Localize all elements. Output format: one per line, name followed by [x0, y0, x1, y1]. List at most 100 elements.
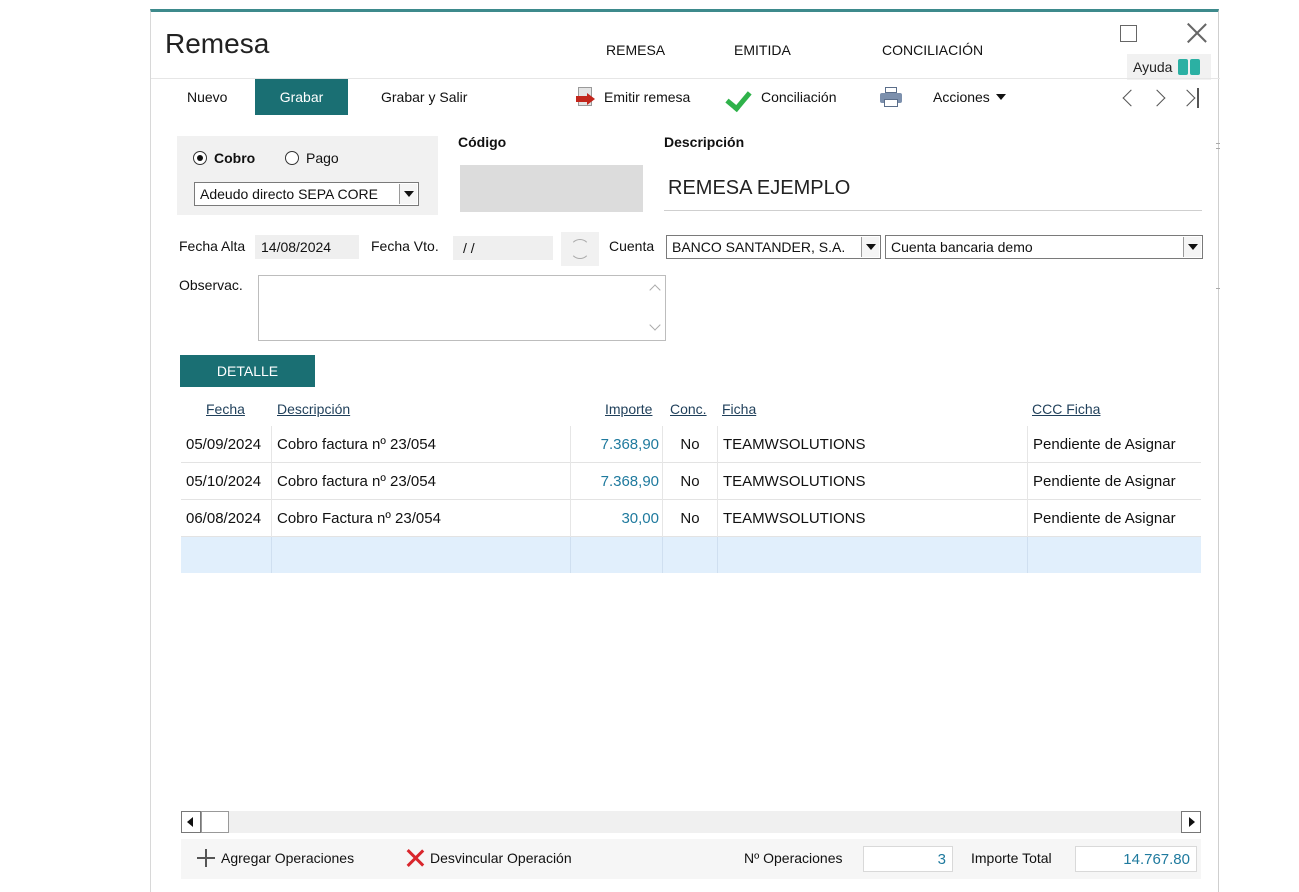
observaciones-label: Observac.: [179, 277, 243, 293]
fecha-vto-field[interactable]: / /: [453, 236, 553, 260]
cell-empty: [571, 537, 663, 573]
nuevo-label: Nuevo: [187, 89, 228, 105]
refresh-icon: [570, 239, 590, 259]
desvincular-label: Desvincular Operación: [430, 850, 572, 866]
cell-descripcion: Cobro Factura nº 23/054: [272, 500, 571, 537]
col-descripcion[interactable]: Descripción: [277, 401, 350, 417]
tab-detalle[interactable]: DETALLE: [180, 355, 315, 387]
emitir-remesa-button[interactable]: Emitir remesa: [574, 79, 690, 115]
next-icon[interactable]: [1148, 87, 1171, 109]
x-icon: [406, 849, 424, 867]
codigo-label: Código: [458, 134, 507, 150]
cell-importe: 7.368,90: [571, 463, 663, 500]
cell-ficha: TEAMWSOLUTIONS: [718, 463, 1028, 500]
n-operaciones-value: 3: [863, 846, 953, 872]
horizontal-scrollbar[interactable]: [181, 811, 1201, 833]
observaciones-field[interactable]: [258, 275, 666, 341]
plus-icon: [197, 849, 215, 867]
importe-total-label: Importe Total: [971, 850, 1052, 866]
cuenta-bancaria-value: Cuenta bancaria demo: [891, 239, 1033, 255]
cell-fecha: 06/08/2024: [181, 500, 272, 537]
n-operaciones-label: Nº Operaciones: [744, 850, 843, 866]
scroll-right-icon[interactable]: [1181, 811, 1201, 833]
tipo-remesa-value: Adeudo directo SEPA CORE: [200, 186, 378, 202]
table-row[interactable]: 05/09/2024 Cobro factura nº 23/054 7.368…: [181, 426, 1201, 463]
agregar-operaciones-button[interactable]: Agregar Operaciones: [197, 849, 354, 867]
nuevo-button[interactable]: Nuevo: [187, 79, 227, 115]
scroll-thumb[interactable]: [201, 811, 229, 833]
scroll-up-icon[interactable]: [649, 284, 661, 296]
cell-conc: No: [663, 500, 718, 537]
check-icon: [727, 85, 755, 109]
col-ficha[interactable]: Ficha: [722, 401, 756, 417]
acciones-label: Acciones: [933, 89, 990, 105]
cell-descripcion: Cobro factura nº 23/054: [272, 426, 571, 463]
fecha-vto-label: Fecha Vto.: [371, 238, 439, 254]
col-conc[interactable]: Conc.: [670, 401, 707, 417]
emit-remesa-icon: [574, 85, 596, 109]
cell-ficha: TEAMWSOLUTIONS: [718, 426, 1028, 463]
cell-fecha: 05/09/2024: [181, 426, 272, 463]
agregar-label: Agregar Operaciones: [221, 850, 355, 866]
refresh-button[interactable]: [561, 232, 599, 266]
scroll-down-icon[interactable]: [649, 319, 661, 331]
fecha-alta-field[interactable]: 14/08/2024: [255, 235, 359, 259]
desvincular-operacion-button[interactable]: Desvincular Operación: [406, 849, 572, 867]
book-icon: [1178, 59, 1201, 75]
table-row[interactable]: 05/10/2024 Cobro factura nº 23/054 7.368…: [181, 463, 1201, 500]
last-icon[interactable]: [1178, 87, 1201, 109]
grabar-salir-label: Grabar y Salir: [381, 89, 468, 105]
cell-descripcion: Cobro factura nº 23/054: [272, 463, 571, 500]
conciliacion-label: Conciliación: [761, 89, 837, 105]
descripcion-field[interactable]: REMESA EJEMPLO: [668, 177, 850, 200]
prev-icon[interactable]: [1119, 87, 1141, 109]
cell-empty: [181, 537, 272, 573]
col-ccc-ficha[interactable]: CCC Ficha: [1032, 401, 1100, 417]
cell-ccc: Pendiente de Asignar: [1033, 436, 1176, 453]
help-label: Ayuda: [1133, 59, 1173, 75]
radio-cobro-indicator: [193, 151, 207, 165]
cell-importe: 7.368,90: [571, 426, 663, 463]
fecha-alta-label: Fecha Alta: [179, 238, 246, 254]
toolbar: Nuevo Grabar Grabar y Salir Emitir remes…: [151, 78, 1220, 116]
cell-empty: [663, 537, 718, 573]
col-importe[interactable]: Importe: [605, 401, 652, 417]
conciliacion-button[interactable]: Conciliación: [727, 79, 836, 115]
tipo-remesa-select[interactable]: Adeudo directo SEPA CORE: [194, 182, 419, 206]
acciones-menu[interactable]: Acciones: [933, 79, 1006, 115]
grabar-salir-button[interactable]: Grabar y Salir: [381, 79, 467, 115]
cell-importe: 30,00: [571, 500, 663, 537]
side-tick: [1216, 288, 1220, 289]
chevron-down-icon: [1183, 237, 1201, 257]
close-icon[interactable]: [1186, 22, 1208, 44]
radio-pago[interactable]: Pago: [285, 150, 339, 166]
tab-emitida[interactable]: EMITIDA: [734, 42, 791, 58]
maximize-icon[interactable]: [1120, 25, 1137, 42]
cell-ccc: Pendiente de Asignar: [1033, 510, 1176, 527]
tab-conciliacion[interactable]: CONCILIACIÓN: [882, 42, 983, 58]
col-fecha[interactable]: Fecha: [206, 401, 245, 417]
cuenta-bancaria-select[interactable]: Cuenta bancaria demo: [885, 235, 1203, 259]
remesa-window: Remesa REMESA EMITIDA CONCILIACIÓN Ayuda…: [150, 9, 1220, 892]
cuenta-banco-select[interactable]: BANCO SANTANDER, S.A.: [666, 235, 881, 259]
table-row-new[interactable]: [181, 537, 1201, 573]
grabar-label: Grabar: [279, 89, 324, 105]
descripcion-label: Descripción: [664, 134, 745, 150]
importe-total-value: 14.767.80: [1075, 846, 1197, 872]
cell-conc: No: [663, 463, 718, 500]
side-tick: [1216, 143, 1220, 144]
side-tick: [1216, 148, 1220, 149]
scroll-left-icon[interactable]: [181, 811, 201, 833]
cell-empty: [272, 537, 571, 573]
help-button[interactable]: Ayuda: [1127, 54, 1211, 80]
tab-remesa[interactable]: REMESA: [606, 42, 665, 58]
radio-cobro[interactable]: Cobro: [193, 150, 255, 166]
cell-conc: No: [663, 426, 718, 463]
print-button[interactable]: [877, 79, 905, 115]
cell-ficha: TEAMWSOLUTIONS: [718, 500, 1028, 537]
footer-bar: Agregar Operaciones Desvincular Operació…: [181, 839, 1201, 879]
radio-cobro-label: Cobro: [214, 150, 256, 166]
grabar-button[interactable]: Grabar: [255, 79, 348, 115]
table-row[interactable]: 06/08/2024 Cobro Factura nº 23/054 30,00…: [181, 500, 1201, 537]
codigo-field[interactable]: [460, 165, 643, 212]
